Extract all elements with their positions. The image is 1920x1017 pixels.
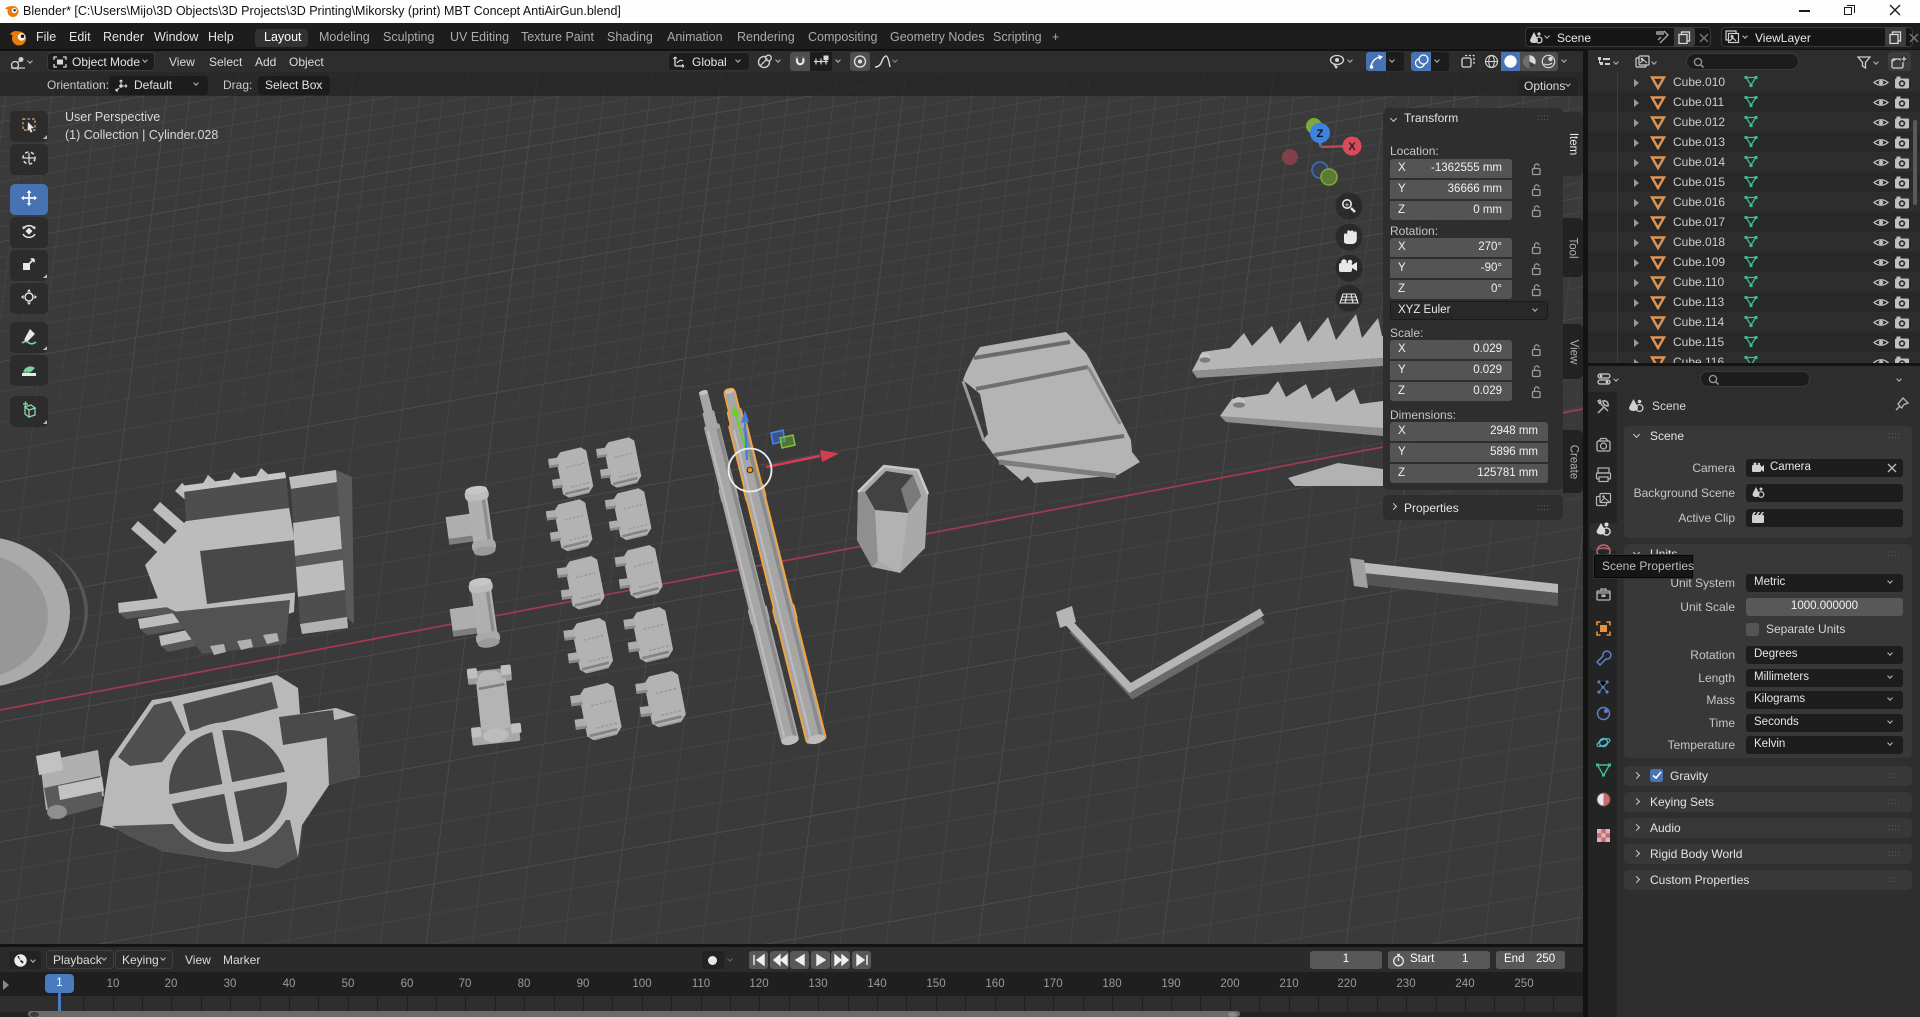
svg-text:(1) Collection | Cylinder.028: (1) Collection | Cylinder.028: [65, 128, 218, 142]
svg-text:+: +: [1345, 201, 1350, 210]
svg-text:X: X: [1348, 141, 1356, 153]
svg-text:User Perspective: User Perspective: [65, 110, 160, 124]
svg-text:Z: Z: [1317, 128, 1324, 140]
